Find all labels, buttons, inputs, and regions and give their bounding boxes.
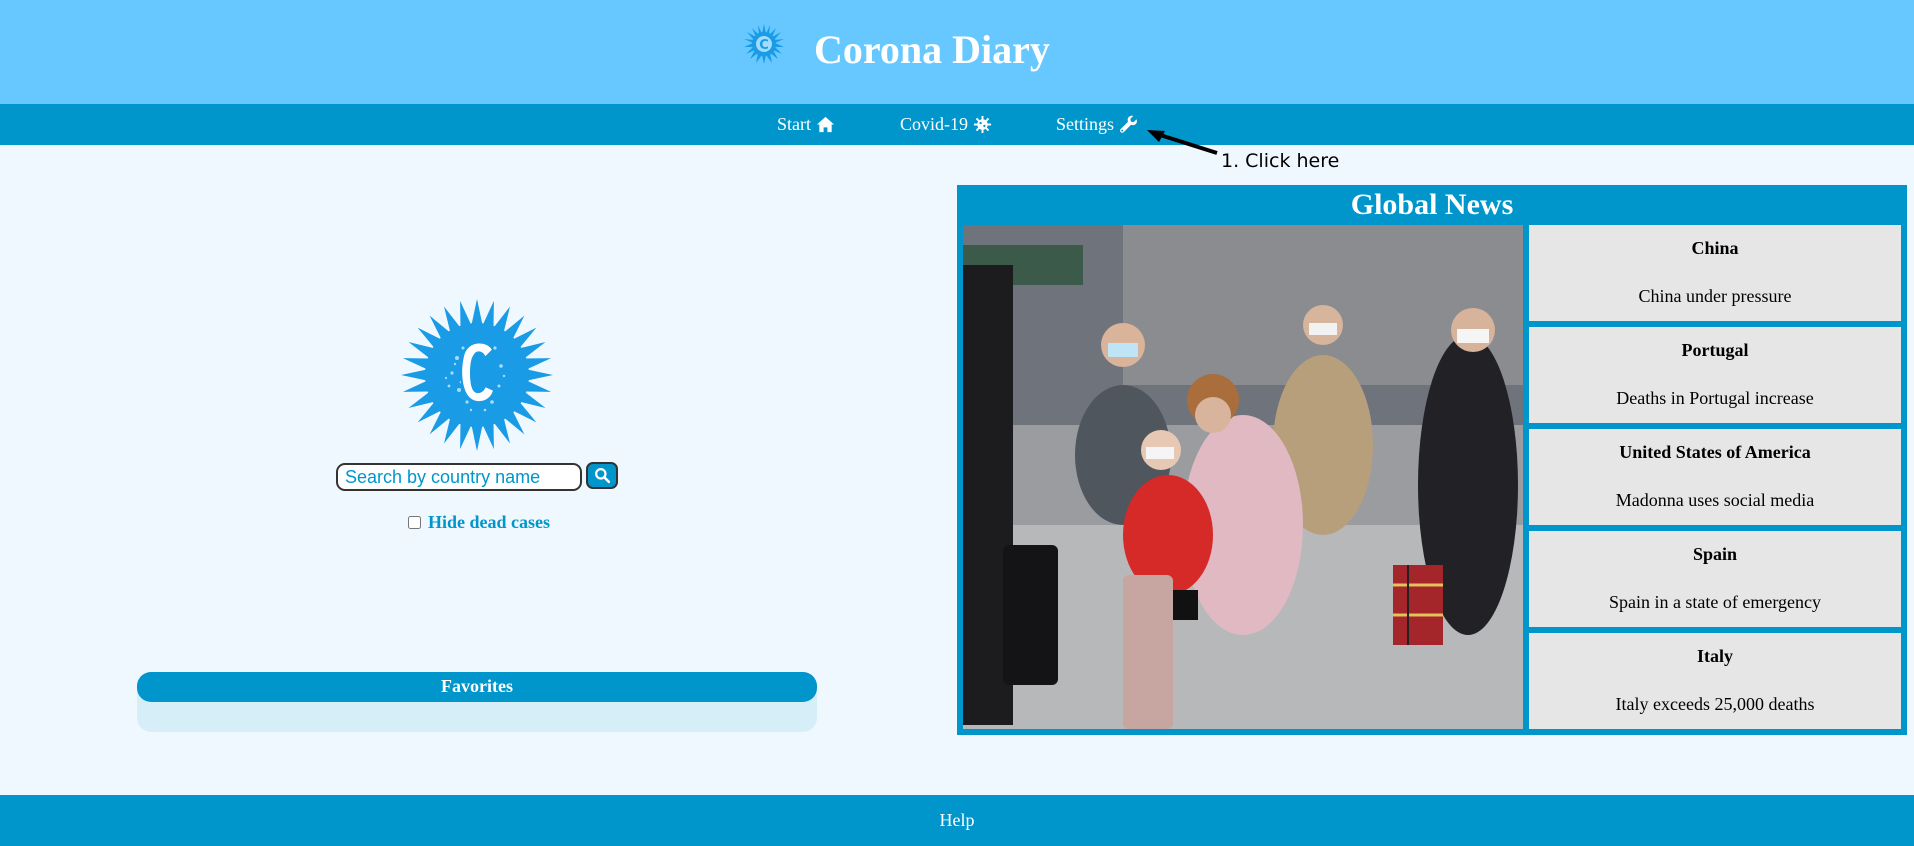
corona-diary-logo-icon (401, 299, 553, 451)
virus-logo-icon: C (744, 24, 784, 64)
news-card-headline: China under pressure (1638, 286, 1792, 306)
help-link[interactable]: Help (0, 810, 1914, 831)
nav-settings[interactable]: Settings (1056, 114, 1138, 135)
hide-dead-checkbox[interactable] (408, 516, 421, 529)
search-input[interactable] (336, 463, 582, 491)
nav-start-label: Start (777, 114, 811, 134)
nav-settings-label: Settings (1056, 114, 1115, 134)
search-icon (594, 468, 610, 484)
hide-dead-filter: Hide dead cases (408, 512, 550, 533)
news-card-headline: Deaths in Portugal increase (1616, 388, 1814, 408)
global-news-title: Global News (1350, 188, 1514, 221)
news-card-headline: Italy exceeds 25,000 deaths (1615, 694, 1815, 714)
news-card-country: Spain (1692, 544, 1738, 564)
nav-start[interactable]: Start (777, 114, 835, 135)
search-button[interactable] (586, 462, 618, 489)
news-photo (963, 225, 1523, 729)
home-icon (816, 116, 835, 133)
favorites-title: Favorites (137, 672, 817, 702)
news-card-italy[interactable]: Italy Italy exceeds 25,000 deaths (1529, 633, 1901, 729)
news-card-country: China (1691, 238, 1739, 258)
news-card-headline: Madonna uses social media (1615, 490, 1815, 510)
app-title: Corona Diary (814, 27, 1050, 72)
news-card-spain[interactable]: Spain Spain in a state of emergency (1529, 531, 1901, 627)
wrench-icon (1120, 115, 1137, 133)
global-news-panel: Global News China China under pressure P… (957, 185, 1907, 735)
nav-covid-19-label: Covid-19 (900, 114, 969, 134)
annotation-arrow-icon (1147, 130, 1218, 155)
nav-covid-19[interactable]: Covid-19 (900, 114, 992, 135)
news-card-country: United States of America (1619, 442, 1811, 462)
app-footer: Help (0, 795, 1914, 846)
news-card-country: Portugal (1681, 340, 1749, 360)
svg-text:C: C (759, 38, 769, 53)
hide-dead-label[interactable]: Hide dead cases (428, 512, 550, 533)
news-card-headline: Spain in a state of emergency (1608, 592, 1822, 612)
annotation-text: 1. Click here (1221, 150, 1340, 172)
app-header: C Corona Diary (0, 0, 1914, 104)
virus-icon (973, 115, 992, 134)
news-card-usa[interactable]: United States of America Madonna uses so… (1529, 429, 1901, 525)
news-card-portugal[interactable]: Portugal Deaths in Portugal increase (1529, 327, 1901, 423)
news-photo-image (963, 225, 1523, 729)
news-card-china[interactable]: China China under pressure (1529, 225, 1901, 321)
favorites-panel: Favorites (137, 672, 817, 732)
main-nav: Start Covid-19 Settings (0, 104, 1914, 145)
news-card-country: Italy (1697, 646, 1733, 666)
